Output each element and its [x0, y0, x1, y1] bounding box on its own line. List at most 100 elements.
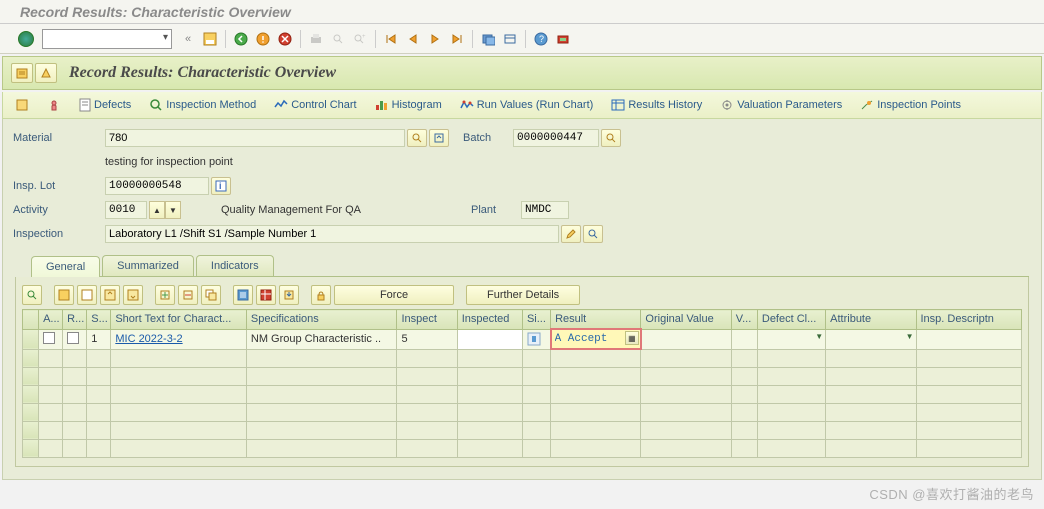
- table-row[interactable]: [23, 403, 1022, 421]
- further-details-button[interactable]: Further Details: [466, 285, 580, 305]
- customize-icon[interactable]: [553, 29, 573, 49]
- activity-down-icon[interactable]: ▼: [165, 201, 181, 219]
- back-button[interactable]: [231, 29, 251, 49]
- col-inspected[interactable]: Inspected: [457, 310, 522, 330]
- batch-field[interactable]: [513, 129, 599, 147]
- table-row[interactable]: [23, 421, 1022, 439]
- col-insp-desc[interactable]: Insp. Descriptn: [916, 310, 1022, 330]
- cell-attribute[interactable]: ▼: [826, 329, 916, 349]
- gt-delete-icon[interactable]: [178, 285, 198, 305]
- cell-v[interactable]: [731, 329, 757, 349]
- activity-up-icon[interactable]: ▲: [149, 201, 165, 219]
- cell-insp-desc[interactable]: [916, 329, 1022, 349]
- cell-si[interactable]: [522, 329, 550, 349]
- prev-page-icon[interactable]: [403, 29, 423, 49]
- inspection-edit-icon[interactable]: [561, 225, 581, 243]
- cell-result[interactable]: ▦: [551, 329, 641, 349]
- gt-sort-desc-icon[interactable]: [123, 285, 143, 305]
- tab-summarized[interactable]: Summarized: [102, 255, 194, 276]
- new-session-icon[interactable]: [478, 29, 498, 49]
- col-short-text[interactable]: Short Text for Charact...: [111, 310, 247, 330]
- tab-general[interactable]: General: [31, 256, 100, 277]
- find-icon[interactable]: [328, 29, 348, 49]
- result-dropdown-icon[interactable]: ▦: [625, 331, 639, 345]
- find-next-icon[interactable]: +: [350, 29, 370, 49]
- cell-r[interactable]: [63, 329, 87, 349]
- table-row[interactable]: [23, 439, 1022, 457]
- table-row[interactable]: [23, 385, 1022, 403]
- gt-layout-icon[interactable]: [256, 285, 276, 305]
- inspection-points-button[interactable]: Inspection Points: [856, 97, 965, 113]
- defects-button[interactable]: Defects: [75, 96, 135, 114]
- run-values-button[interactable]: Run Values (Run Chart): [456, 97, 598, 113]
- tab-indicators[interactable]: Indicators: [196, 255, 274, 276]
- save-icon[interactable]: [200, 29, 220, 49]
- layout-icon[interactable]: [500, 29, 520, 49]
- insp-lot-label: Insp. Lot: [13, 180, 105, 192]
- table-row[interactable]: [23, 367, 1022, 385]
- gt-sort-asc-icon[interactable]: [100, 285, 120, 305]
- table-row[interactable]: 1 MIC 2022-3-2 NM Group Characteristic .…: [23, 329, 1022, 349]
- gt-export-icon[interactable]: [279, 285, 299, 305]
- col-r[interactable]: R...: [63, 310, 87, 330]
- row-selector[interactable]: [23, 329, 39, 349]
- col-orig-val[interactable]: Original Value: [641, 310, 731, 330]
- cell-inspect[interactable]: 5: [397, 329, 457, 349]
- ok-button[interactable]: [16, 29, 36, 49]
- cell-orig-val[interactable]: [641, 329, 731, 349]
- col-spec[interactable]: Specifications: [246, 310, 397, 330]
- col-attribute[interactable]: Attribute: [826, 310, 916, 330]
- exit-button[interactable]: [253, 29, 273, 49]
- cell-inspected[interactable]: [457, 329, 522, 349]
- results-history-button[interactable]: Results History: [607, 97, 706, 113]
- header-btn-2[interactable]: [35, 63, 57, 83]
- col-v[interactable]: V...: [731, 310, 757, 330]
- help-icon[interactable]: ?: [531, 29, 551, 49]
- control-chart-button[interactable]: Control Chart: [270, 97, 360, 113]
- header-btn-1[interactable]: [11, 63, 33, 83]
- col-select[interactable]: [23, 310, 39, 330]
- inspection-method-button[interactable]: Inspection Method: [145, 96, 260, 114]
- col-s[interactable]: S...: [87, 310, 111, 330]
- first-page-icon[interactable]: [381, 29, 401, 49]
- gt-refresh-icon[interactable]: [22, 285, 42, 305]
- print-icon[interactable]: [306, 29, 326, 49]
- inspection-field[interactable]: [105, 225, 559, 243]
- last-page-icon[interactable]: [447, 29, 467, 49]
- cell-a[interactable]: [39, 329, 63, 349]
- inspection-view-icon[interactable]: [583, 225, 603, 243]
- gt-copy-icon[interactable]: [201, 285, 221, 305]
- insp-lot-info-icon[interactable]: i: [211, 177, 231, 195]
- activity-field[interactable]: [105, 201, 147, 219]
- batch-search-icon[interactable]: [601, 129, 621, 147]
- cell-short-text[interactable]: MIC 2022-3-2: [111, 329, 247, 349]
- back-icon[interactable]: «: [178, 29, 198, 49]
- gt-select-all-icon[interactable]: [54, 285, 74, 305]
- cell-defect[interactable]: ▼: [757, 329, 825, 349]
- table-row[interactable]: [23, 349, 1022, 367]
- gt-lock-icon[interactable]: [311, 285, 331, 305]
- material-search-icon[interactable]: [407, 129, 427, 147]
- col-a[interactable]: A...: [39, 310, 63, 330]
- command-field[interactable]: [42, 29, 172, 49]
- col-result[interactable]: Result: [551, 310, 641, 330]
- material-nav-icon[interactable]: [429, 129, 449, 147]
- next-page-icon[interactable]: [425, 29, 445, 49]
- tb-btn-2[interactable]: [43, 96, 65, 114]
- valuation-parameters-button[interactable]: Valuation Parameters: [716, 97, 846, 113]
- gt-details-icon[interactable]: [233, 285, 253, 305]
- gt-deselect-icon[interactable]: [77, 285, 97, 305]
- col-inspect[interactable]: Inspect: [397, 310, 457, 330]
- cancel-button[interactable]: [275, 29, 295, 49]
- force-button[interactable]: Force: [334, 285, 454, 305]
- histogram-button[interactable]: Histogram: [371, 97, 446, 113]
- tb-btn-1[interactable]: [11, 96, 33, 114]
- col-defect[interactable]: Defect Cl...: [757, 310, 825, 330]
- col-si[interactable]: Si...: [522, 310, 550, 330]
- material-field[interactable]: [105, 129, 405, 147]
- insp-lot-field[interactable]: [105, 177, 209, 195]
- plant-field[interactable]: [521, 201, 569, 219]
- chevron-down-icon[interactable]: ▼: [815, 332, 823, 341]
- gt-insert-icon[interactable]: [155, 285, 175, 305]
- chevron-down-icon[interactable]: ▼: [906, 332, 914, 341]
